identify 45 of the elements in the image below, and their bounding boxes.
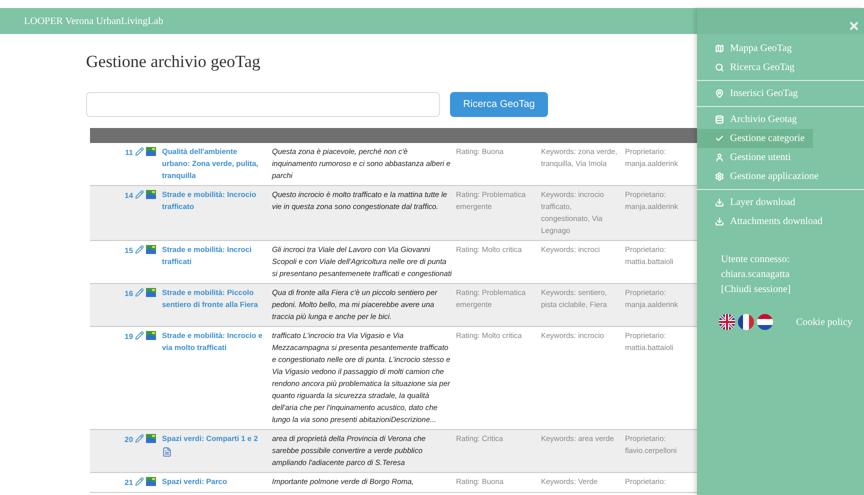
edit-icon[interactable] [135, 288, 144, 297]
download-icon [715, 198, 724, 207]
map-icon[interactable] [146, 288, 156, 297]
map-icon [715, 44, 724, 53]
app-title[interactable]: LOOPER Verona UrbanLivingLab [24, 14, 164, 28]
netherlands-flag-icon[interactable] [757, 314, 773, 330]
username: chiara.scanagatta [721, 268, 791, 282]
user-label: Utente connesso: [721, 253, 791, 267]
edit-icon[interactable] [135, 147, 144, 156]
france-flag-icon[interactable] [738, 314, 754, 330]
map-icon[interactable] [146, 477, 156, 486]
download-icon [715, 217, 724, 226]
search-button[interactable]: Ricerca GeoTag [450, 92, 548, 117]
menu-item[interactable]: Attachments download [697, 212, 830, 231]
edit-icon[interactable] [135, 434, 144, 443]
map-icon[interactable] [146, 147, 156, 156]
logout-link[interactable]: [Chiudi sessione] [721, 282, 864, 297]
menu-item[interactable]: Gestione utenti [697, 148, 799, 167]
user-icon [715, 153, 724, 162]
map-icon[interactable] [146, 190, 156, 199]
edit-icon[interactable] [135, 245, 144, 254]
edit-icon[interactable] [135, 331, 144, 340]
uk-flag-icon[interactable] [719, 314, 735, 330]
menu-item[interactable]: Archivio Geotag [697, 110, 805, 129]
menu-item[interactable]: Gestione categorie [697, 129, 813, 148]
document-icon[interactable] [162, 447, 172, 457]
gear-icon [715, 172, 724, 181]
menu-item[interactable]: Inserisci GeoTag [697, 84, 806, 103]
search-icon [715, 63, 724, 72]
edit-icon[interactable] [135, 477, 144, 486]
page-title: Gestione archivio geoTag [86, 51, 262, 73]
map-icon[interactable] [146, 245, 156, 254]
map-icon[interactable] [146, 434, 156, 443]
check-icon [715, 134, 724, 143]
close-icon[interactable] [848, 20, 860, 32]
menu-item[interactable]: Gestione applicazione [697, 167, 827, 186]
menu-item[interactable]: Mappa GeoTag [697, 39, 800, 58]
map-icon[interactable] [146, 331, 156, 340]
menu-item[interactable]: Layer download [697, 193, 804, 212]
pin-icon [715, 89, 724, 98]
cookie-policy-link[interactable]: Cookie policy [796, 314, 852, 330]
menu-item[interactable]: Ricerca GeoTag [697, 58, 803, 77]
search-field[interactable] [86, 92, 440, 117]
database-icon [715, 115, 724, 124]
edit-icon[interactable] [135, 190, 144, 199]
